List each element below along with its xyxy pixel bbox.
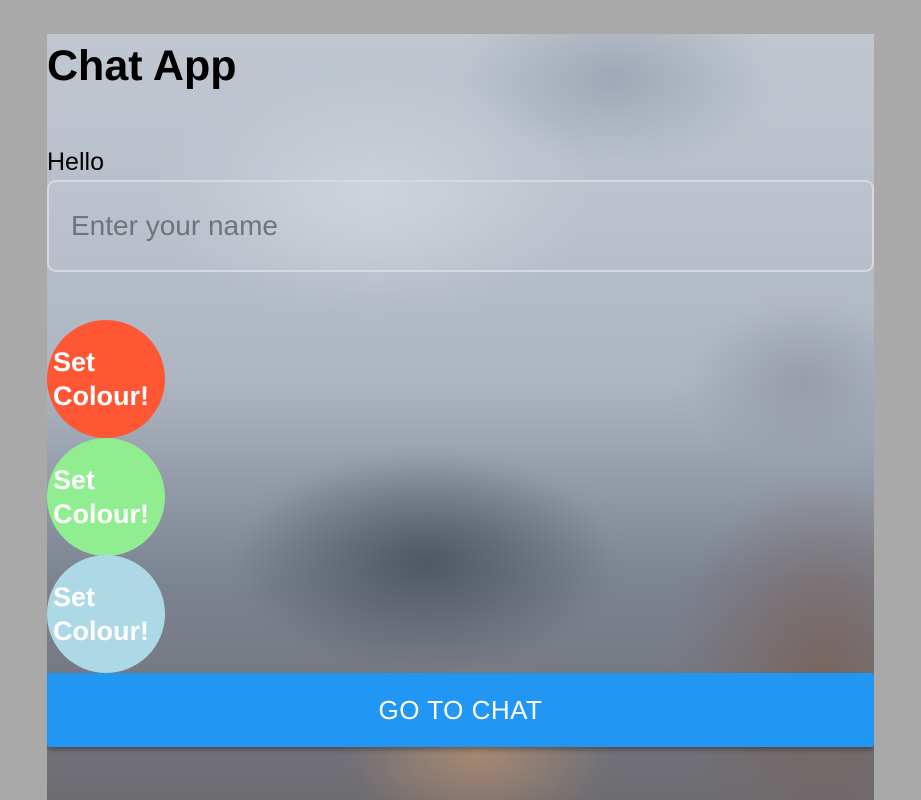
set-colour-button-1[interactable]: Set Colour!	[47, 320, 165, 438]
set-colour-label-line2: Colour!	[53, 381, 149, 411]
greeting-label: Hello	[47, 148, 104, 176]
start-screen-content: Chat App Hello Set Colour! Set Colour! S…	[47, 34, 874, 800]
go-to-chat-button[interactable]: GO TO CHAT	[47, 673, 874, 747]
set-colour-button-3[interactable]: Set Colour!	[47, 555, 165, 673]
set-colour-label-line2: Colour!	[53, 499, 149, 529]
set-colour-label-line1: Set	[53, 465, 96, 495]
set-colour-label-line2: Colour!	[53, 616, 149, 646]
page-title: Chat App	[47, 42, 237, 90]
name-input[interactable]	[47, 180, 874, 272]
set-colour-label-line1: Set	[53, 582, 96, 612]
set-colour-label-line1: Set	[53, 347, 96, 377]
app-screen: Chat App Hello Set Colour! Set Colour! S…	[47, 34, 874, 800]
set-colour-button-2[interactable]: Set Colour!	[47, 438, 165, 556]
